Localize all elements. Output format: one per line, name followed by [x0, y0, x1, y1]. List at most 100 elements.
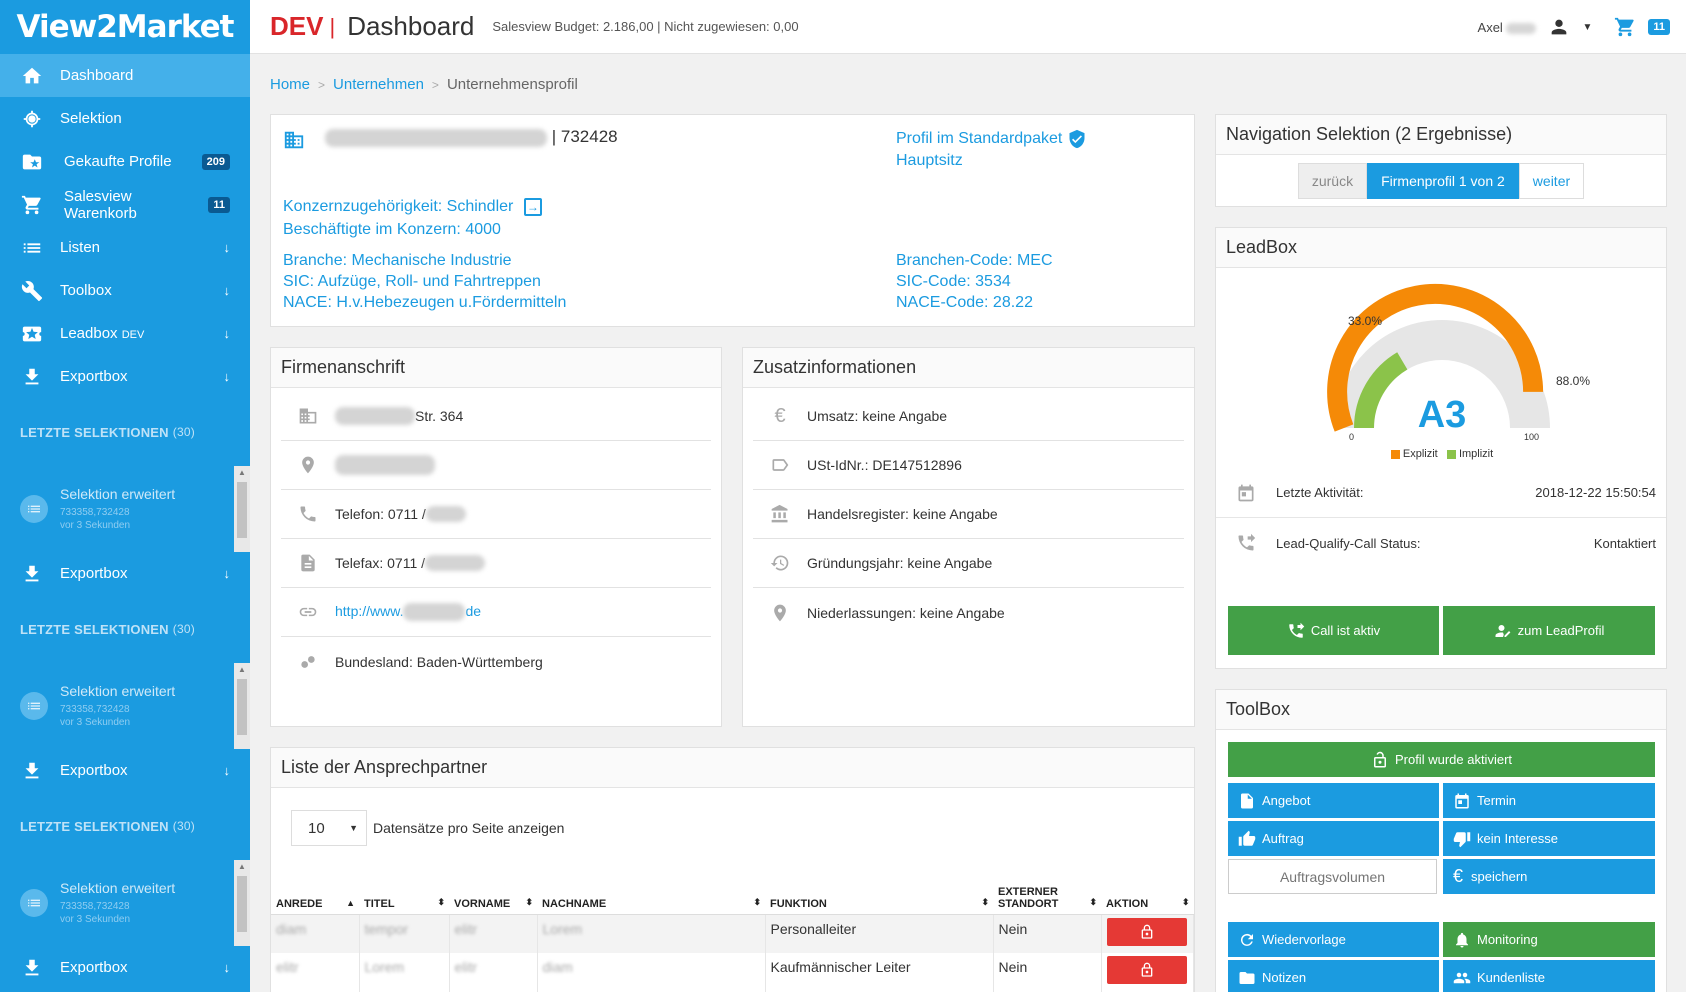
cart-icon[interactable] [1614, 16, 1636, 38]
lqc-status-row: Lead-Qualify-Call Status: Kontaktiert [1216, 518, 1666, 568]
column-header-aktion[interactable]: AKTION ⬍ [1101, 868, 1194, 915]
calendar-icon [1238, 484, 1254, 501]
termin-button[interactable]: Termin [1443, 783, 1655, 818]
contacts-table: ANREDE ▲ TITEL ⬍ VORNAME ⬍ NACHNAME ⬍ FUNKTI… [271, 868, 1194, 992]
user-icon[interactable] [1548, 16, 1570, 38]
lead-gauge: 33.0% 88.0% A3 0 100 Explizit Implizit [1216, 268, 1666, 468]
sidebar: View2Market Dashboard Selektion Gekaufte… [0, 0, 250, 992]
scroll-up-icon[interactable]: ▲ [234, 860, 250, 874]
recent-time: vor 3 Sekunden [60, 717, 131, 728]
recent-selection-item[interactable]: Selektion erweitert 733358,732428 vor 3 … [0, 663, 250, 749]
home-icon [20, 64, 44, 88]
notizen-button[interactable]: Notizen [1228, 960, 1439, 992]
sidebar-item-selektion[interactable]: Selektion [0, 97, 250, 140]
sidebar-item-gekaufte-profile[interactable]: Gekaufte Profile 209 [0, 140, 250, 183]
column-header-titel[interactable]: TITEL ⬍ [359, 868, 449, 915]
pager-back-button[interactable]: zurück [1297, 163, 1368, 199]
sidebar-item-label: Leadbox [60, 325, 118, 342]
column-header-extern[interactable]: EXTERNER STANDORT ⬍ [993, 868, 1101, 915]
leadbox-panel: LeadBox 33.0% 88.0% A3 0 100 Explizit Im… [1215, 227, 1667, 669]
euro-icon: € [774, 404, 786, 427]
enter-icon[interactable]: → [523, 198, 542, 216]
sidebar-item-exportbox[interactable]: Exportbox ↓ [0, 552, 250, 595]
list-icon [20, 495, 48, 523]
column-header-anrede[interactable]: ANREDE ▲ [271, 868, 359, 915]
navigation-selektion-panel: Navigation Selektion (2 Ergebnisse) zurü… [1215, 114, 1667, 207]
target-icon [20, 107, 44, 131]
wrench-icon [20, 279, 44, 303]
extra-info-panel: Zusatzinformationen € Umsatz: keine Angab… [742, 347, 1195, 727]
scrollbar[interactable]: ▲ [234, 663, 250, 749]
section-count: (30) [172, 622, 195, 636]
location-icon [753, 603, 807, 623]
column-label: AKTION [1106, 897, 1149, 910]
recent-selection-item[interactable]: Selektion erweitert 733358,732428 vor 3 … [0, 466, 250, 552]
sidebar-item-warenkorb[interactable]: Salesview Warenkorb 11 [0, 183, 250, 226]
sidebar-item-toolbox[interactable]: Toolbox ↓ [0, 269, 250, 312]
lqc-status-value: Kontaktiert [1593, 535, 1656, 551]
unlock-contact-button[interactable] [1107, 917, 1188, 946]
lead-profile-button[interactable]: zum LeadProfil [1443, 606, 1655, 655]
pager-next-button[interactable]: weiter [1518, 163, 1585, 199]
chevron-down-icon: ↓ [223, 326, 231, 341]
extra-value: Handelsregister: keine Angabe [807, 506, 998, 522]
sidebar-item-listen[interactable]: Listen ↓ [0, 226, 250, 269]
refresh-icon [1240, 933, 1253, 946]
cell-funktion: Personalleiter [765, 914, 994, 953]
download-icon [20, 759, 44, 783]
caret-down-icon[interactable]: ▼ [1582, 22, 1592, 33]
app-logo[interactable]: View2Market [0, 0, 250, 54]
wiedervorlage-button[interactable]: Wiedervorlage [1228, 922, 1439, 957]
kein-interesse-button[interactable]: kein Interesse [1443, 821, 1655, 856]
redacted-company-name [325, 128, 547, 147]
scrollbar[interactable]: ▲ [234, 466, 250, 552]
recent-selection-item[interactable]: Selektion erweitert 733358,732428 vor 3 … [0, 860, 250, 946]
phone-forward-icon [1238, 533, 1256, 551]
section-title: LETZTE SELEKTIONEN [20, 424, 169, 440]
scroll-thumb[interactable] [237, 482, 247, 538]
speichern-button[interactable]: € speichern [1443, 859, 1655, 894]
lock-icon [1141, 924, 1153, 939]
chevron-down-icon: ↓ [223, 369, 231, 384]
call-active-button[interactable]: Call ist aktiv [1228, 606, 1439, 655]
auftragsvolumen-input[interactable] [1228, 859, 1437, 894]
link-icon [281, 602, 335, 622]
website-row[interactable]: http://www. de [281, 588, 711, 637]
sidebar-item-dashboard[interactable]: Dashboard [0, 54, 250, 97]
breadcrumb-home[interactable]: Home [270, 76, 310, 93]
column-header-vorname[interactable]: VORNAME ⬍ [449, 868, 537, 915]
angebot-button[interactable]: Angebot [1228, 783, 1439, 818]
auftrag-button[interactable]: Auftrag [1228, 821, 1439, 856]
scroll-up-icon[interactable]: ▲ [234, 466, 250, 480]
sidebar-item-exportbox[interactable]: Exportbox ↓ [0, 355, 250, 398]
cell-aktion [1101, 953, 1194, 992]
scroll-thumb[interactable] [237, 679, 247, 735]
phone-row: Telefon: 0711 / [281, 490, 711, 539]
scrollbar[interactable]: ▲ [234, 860, 250, 946]
sidebar-item-exportbox[interactable]: Exportbox ↓ [0, 946, 250, 989]
sidebar-item-label: Selektion [60, 110, 122, 127]
button-label: Profil wurde aktiviert [1394, 752, 1513, 767]
verified-shield-icon [1067, 129, 1087, 149]
breadcrumb-separator: > [318, 78, 326, 92]
breadcrumb-unternehmen[interactable]: Unternehmen [333, 76, 424, 93]
button-label: Angebot [1262, 793, 1311, 808]
tag-icon [753, 455, 807, 475]
unlock-contact-button[interactable] [1107, 956, 1188, 984]
gauge-axis-max: 100 [1524, 432, 1540, 442]
scroll-up-icon[interactable]: ▲ [234, 663, 250, 677]
profile-activated-button[interactable]: Profil wurde aktiviert [1228, 742, 1655, 777]
cell-text: diam [542, 959, 573, 975]
column-header-funktion[interactable]: FUNKTION ⬍ [765, 868, 993, 915]
sidebar-item-exportbox[interactable]: Exportbox ↓ [0, 749, 250, 792]
column-header-nachname[interactable]: NACHNAME ⬍ [537, 868, 765, 915]
budget-info: Salesview Budget: 2.186,00 | Nicht zugew… [492, 19, 799, 34]
monitoring-button[interactable]: Monitoring [1443, 922, 1655, 957]
sidebar-item-leadbox[interactable]: Leadbox DEV ↓ [0, 312, 250, 355]
kundenliste-button[interactable]: Kundenliste [1443, 960, 1655, 992]
page-size-select[interactable]: 10 ▼ [291, 810, 367, 846]
button-label: Kundenliste [1477, 970, 1545, 985]
scroll-thumb[interactable] [237, 876, 247, 932]
sort-icon: ⬍ [437, 896, 445, 907]
website-link[interactable]: http://www. de [335, 603, 481, 622]
